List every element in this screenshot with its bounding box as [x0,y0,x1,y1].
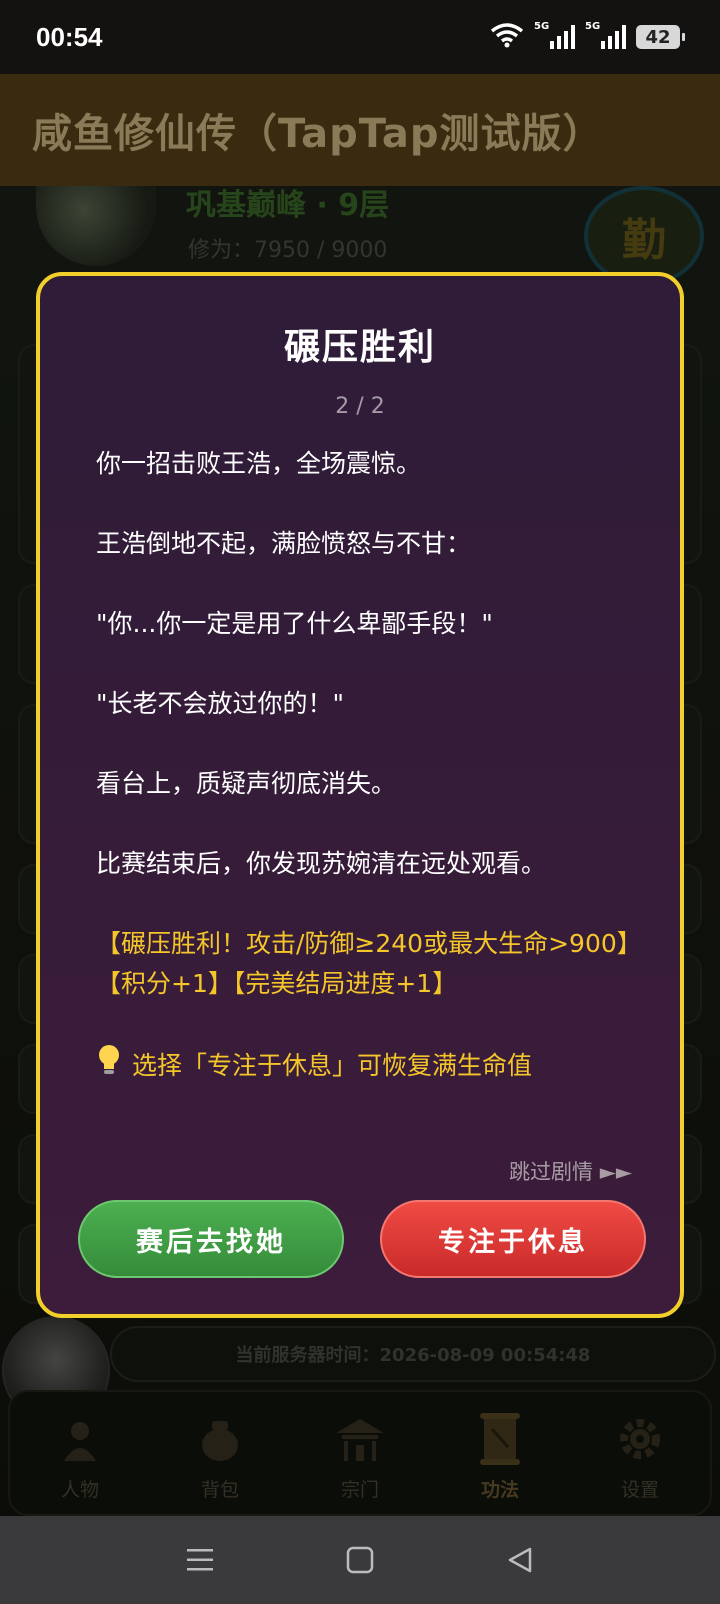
story-line: 你一招击败王浩，全场震惊。 [96,449,422,478]
wifi-icon [490,22,524,52]
story-line: 看台上，质疑声彻底消失。 [96,769,397,798]
app-header: 咸鱼修仙传（TapTap测试版） [0,74,720,186]
story-dialog: 碾压胜利 2 / 2 你一招击败王浩，全场震惊。 王浩倒地不起，满脸愤怒与不甘：… [36,272,684,1318]
signal-1-icon: 5G [534,21,575,49]
lightbulb-icon [96,1044,122,1088]
menu-icon[interactable] [180,1540,220,1580]
story-line: "长老不会放过你的！" [96,689,344,718]
rest-hint-text: 选择「专注于休息」可恢复满生命值 [132,1051,533,1080]
status-icons: 5G 5G 42 [490,21,685,52]
signal-2-icon: 5G [585,21,626,49]
reward-text: 【碾压胜利！攻击/防御≥240或最大生命>900】 [96,929,642,958]
back-icon[interactable] [500,1540,540,1580]
find-her-button[interactable]: 赛后去找她 [78,1200,344,1278]
status-time: 00:54 [36,21,103,52]
skip-story-link[interactable]: 跳过剧情 ►► [509,1156,632,1186]
focus-rest-button[interactable]: 专注于休息 [380,1200,646,1278]
dialog-page-indicator: 2 / 2 [335,394,385,419]
story-line: 比赛结束后，你发现苏婉清在远处观看。 [96,849,547,878]
system-nav-bar [0,1516,720,1604]
story-line: 王浩倒地不起，满脸愤怒与不甘： [96,529,472,558]
battery-icon: 42 [636,25,685,49]
signal-1-label: 5G [534,21,550,32]
app-title: 咸鱼修仙传（TapTap测试版） [32,111,604,157]
status-bar: 00:54 5G 5G 42 [0,0,720,74]
rest-hint: 选择「专注于休息」可恢复满生命值 [96,1044,636,1088]
reward-progress: 【积分+1】【完美结局进度+1】 [96,969,458,998]
signal-2-label: 5G [585,21,601,32]
dialog-title: 碾压胜利 [283,327,436,368]
home-icon[interactable] [340,1540,380,1580]
story-text: 你一招击败王浩，全场震惊。 王浩倒地不起，满脸愤怒与不甘： "你...你一定是用… [96,444,642,1088]
story-line: "你...你一定是用了什么卑鄙手段！" [96,609,493,638]
